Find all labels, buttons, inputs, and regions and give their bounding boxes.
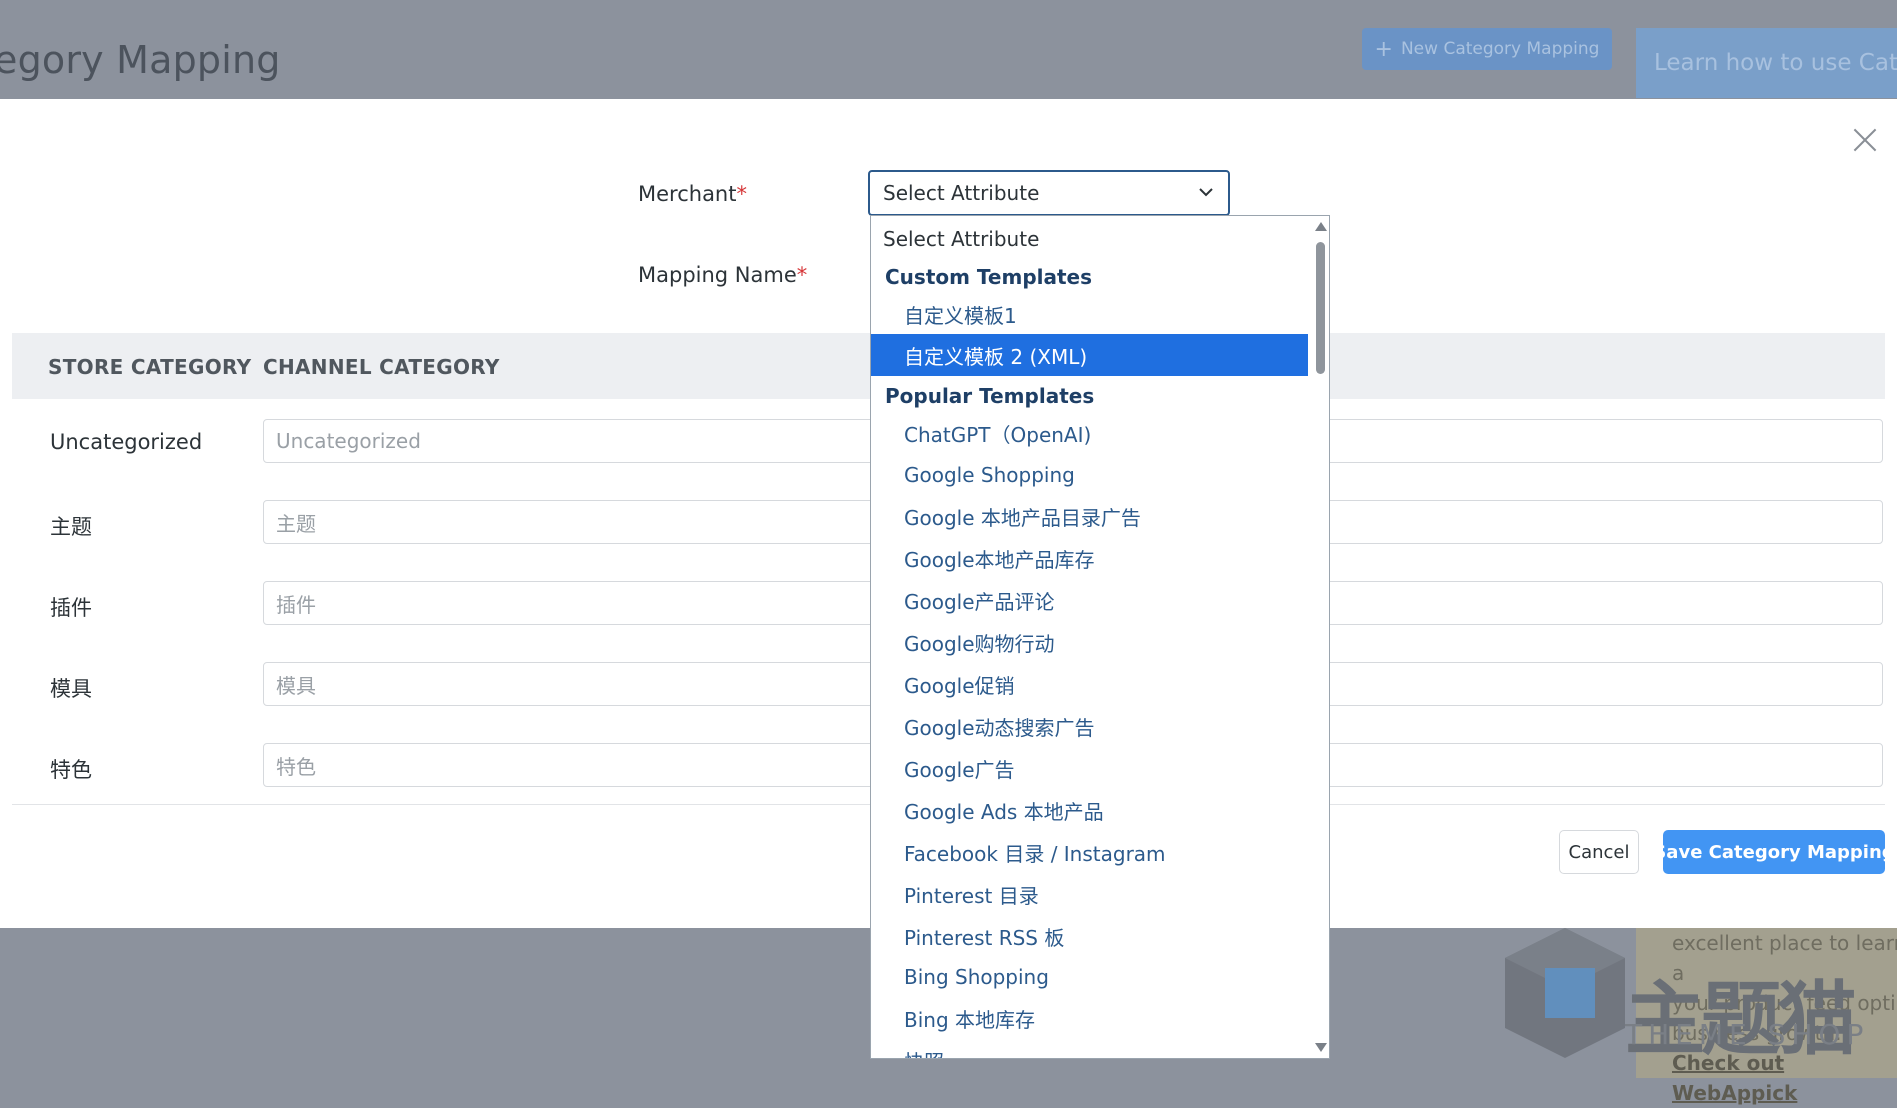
learn-how-button[interactable]: Learn how to use Cate bbox=[1636, 28, 1897, 98]
dropdown-option[interactable]: Google Ads 本地产品 bbox=[871, 790, 1308, 830]
optgroup-popular-templates: Popular Templates bbox=[885, 384, 1095, 408]
background-page-title: egory Mapping bbox=[0, 38, 281, 82]
store-category-label: 特色 bbox=[50, 758, 92, 782]
cancel-button[interactable]: Cancel bbox=[1559, 830, 1639, 874]
store-category-label: 主题 bbox=[50, 515, 92, 539]
dropdown-option-selected[interactable]: 自定义模板 2 (XML) bbox=[871, 334, 1308, 376]
required-mark: * bbox=[736, 182, 747, 206]
scroll-thumb[interactable] bbox=[1316, 242, 1325, 374]
save-category-mapping-button[interactable]: Save Category Mapping bbox=[1653, 830, 1895, 874]
scroll-up-arrow-icon[interactable] bbox=[1315, 222, 1327, 231]
plus-icon: + bbox=[1374, 36, 1393, 62]
store-category-header: STORE CATEGORY bbox=[48, 355, 252, 379]
merchant-label: Merchant* bbox=[638, 182, 747, 206]
dropdown-option[interactable]: Bing Shopping bbox=[871, 957, 1308, 997]
dropdown-option[interactable]: Google促销 bbox=[871, 664, 1308, 704]
store-category-label: 模具 bbox=[50, 677, 92, 701]
close-icon[interactable] bbox=[1852, 127, 1878, 153]
dropdown-option[interactable]: Google 本地产品目录广告 bbox=[871, 496, 1308, 536]
scroll-down-arrow-icon[interactable] bbox=[1315, 1043, 1327, 1052]
dropdown-option[interactable]: ChatGPT（OpenAI) bbox=[871, 413, 1308, 453]
dropdown-option[interactable]: Google Shopping bbox=[871, 455, 1308, 495]
dropdown-option[interactable]: Pinterest RSS 板 bbox=[871, 916, 1308, 956]
new-category-mapping-label: New Category Mapping bbox=[1400, 39, 1600, 59]
dropdown-option[interactable]: 快照 bbox=[871, 1040, 1308, 1059]
merchant-select[interactable]: Select Attribute bbox=[868, 170, 1230, 216]
watermark-subtext: THEME SHOP bbox=[1625, 1018, 1870, 1051]
dropdown-option[interactable]: Google本地产品库存 bbox=[871, 538, 1308, 578]
dropdown-option[interactable]: Pinterest 目录 bbox=[871, 874, 1308, 914]
channel-category-header: CHANNEL CATEGORY bbox=[263, 355, 500, 379]
mapping-name-label: Mapping Name* bbox=[638, 263, 808, 287]
dropdown-option[interactable]: 自定义模板1 bbox=[871, 294, 1308, 334]
optgroup-custom-templates: Custom Templates bbox=[885, 265, 1093, 289]
dropdown-scrollbar[interactable] bbox=[1312, 216, 1329, 1058]
merchant-dropdown-list[interactable]: Select Attribute Custom Templates 自定义模板1… bbox=[870, 215, 1330, 1059]
watermark-text: 主题猫 bbox=[1625, 973, 1857, 1066]
dropdown-option[interactable]: Facebook 目录 / Instagram bbox=[871, 832, 1308, 872]
dropdown-option-select-attribute[interactable]: Select Attribute bbox=[871, 219, 1308, 259]
chevron-down-icon bbox=[1199, 188, 1213, 197]
store-category-label: 插件 bbox=[50, 596, 92, 620]
dropdown-option[interactable]: Bing 本地库存 bbox=[871, 998, 1308, 1038]
dropdown-option[interactable]: Google购物行动 bbox=[871, 622, 1308, 662]
dropdown-option[interactable]: Google广告 bbox=[871, 748, 1308, 788]
dropdown-option[interactable]: Google产品评论 bbox=[871, 580, 1308, 620]
dropdown-option[interactable]: Google动态搜索广告 bbox=[871, 706, 1308, 746]
background-header: egory Mapping + New Category Mapping Lea… bbox=[0, 0, 1897, 99]
required-mark: * bbox=[796, 263, 808, 287]
store-category-label: Uncategorized bbox=[50, 430, 203, 454]
new-category-mapping-button[interactable]: + New Category Mapping bbox=[1362, 28, 1612, 70]
merchant-select-value: Select Attribute bbox=[883, 181, 1040, 205]
